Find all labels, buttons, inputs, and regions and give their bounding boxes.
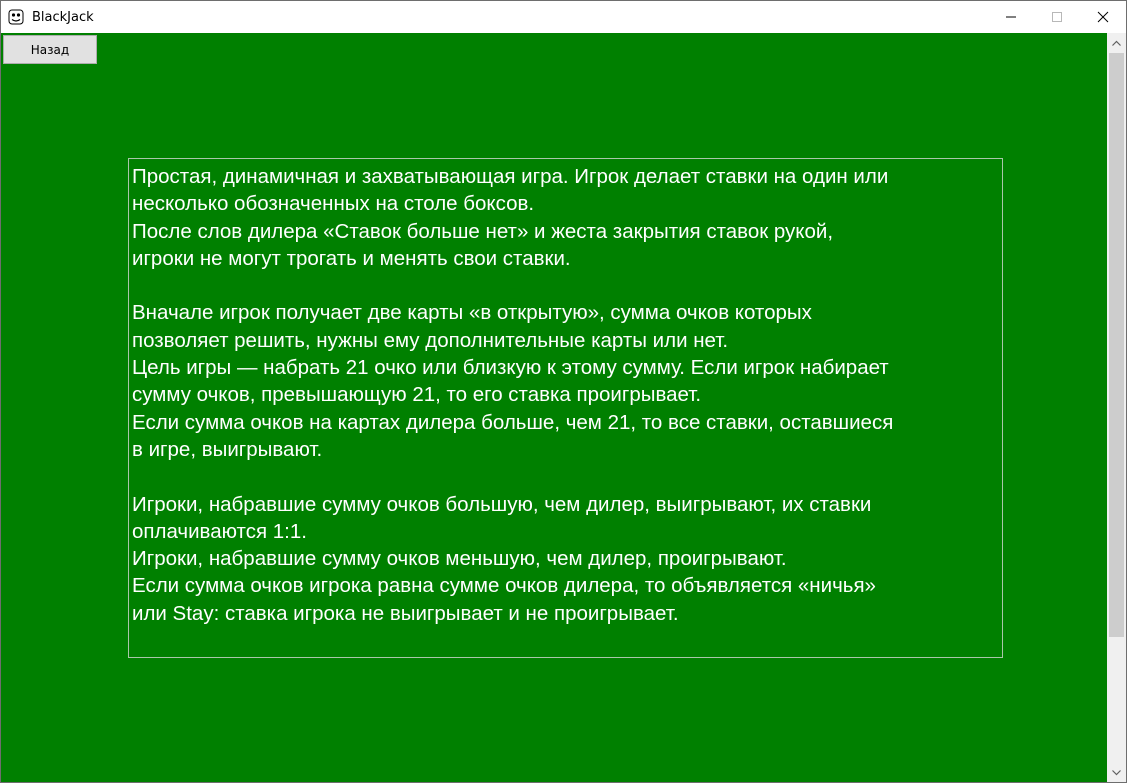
rules-line: позволяет решить, нужны ему дополнительн… xyxy=(132,328,729,352)
chevron-down-icon xyxy=(1112,769,1121,775)
rules-line: Игроки, набравшие сумму очков большую, ч… xyxy=(132,492,872,516)
minimize-icon xyxy=(1006,16,1016,18)
rules-line: После слов дилера «Ставок больше нет» и … xyxy=(132,219,834,243)
scroll-down-button[interactable] xyxy=(1107,763,1126,782)
scroll-up-button[interactable] xyxy=(1107,33,1126,52)
rules-line: сумму очков, превышающую 21, то его став… xyxy=(132,383,702,407)
rules-text-box[interactable]: Простая, динамичная и захватывающая игра… xyxy=(128,158,1003,658)
rules-line: Если сумма очков игрока равна сумме очко… xyxy=(132,574,876,598)
rules-line: несколько обозначенных на столе боксов. xyxy=(132,192,535,216)
rules-line: игроки не могут трогать и менять свои ст… xyxy=(132,246,571,270)
rules-line: Игроки, набравшие сумму очков меньшую, ч… xyxy=(132,547,787,571)
window-title: BlackJack xyxy=(32,9,94,25)
close-button[interactable] xyxy=(1080,1,1126,33)
maximize-button[interactable] xyxy=(1034,1,1080,33)
rules-line: оплачиваются 1:1. xyxy=(132,519,307,543)
vertical-scrollbar[interactable] xyxy=(1107,33,1126,782)
maximize-icon xyxy=(1052,12,1062,22)
close-icon xyxy=(1097,11,1109,23)
rules-text: Простая, динамичная и захватывающая игра… xyxy=(132,163,1002,627)
title-bar[interactable]: BlackJack xyxy=(1,1,1126,33)
rules-line: Вначале игрок получает две карты «в откр… xyxy=(132,301,812,325)
back-button[interactable]: Назад xyxy=(3,35,97,64)
app-window: BlackJack Назад Простая, динамичная и за… xyxy=(0,0,1127,783)
game-area: Назад Простая, динамичная и захватывающа… xyxy=(1,33,1107,782)
rules-line: в игре, выигрывают. xyxy=(132,437,323,461)
rules-line: Цель игры — набрать 21 очко или близкую … xyxy=(132,356,889,380)
rules-line: Простая, динамичная и захватывающая игра… xyxy=(132,165,889,188)
app-icon xyxy=(8,9,24,25)
scroll-thumb[interactable] xyxy=(1109,53,1124,637)
chevron-up-icon xyxy=(1112,40,1121,46)
rules-line: Если сумма очков на картах дилера больше… xyxy=(132,410,894,434)
window-controls xyxy=(988,1,1126,33)
minimize-button[interactable] xyxy=(988,1,1034,33)
rules-line: или Stay: ставка игрока не выигрывает и … xyxy=(132,601,679,625)
